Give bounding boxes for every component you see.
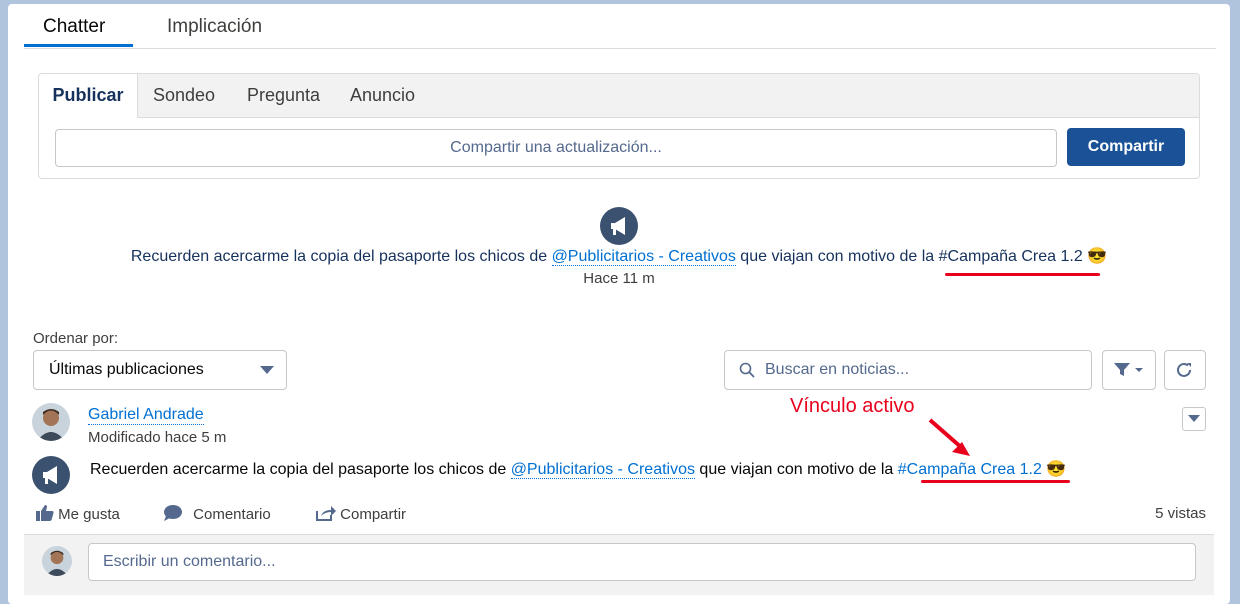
annotation-label: Vínculo activo <box>790 395 915 417</box>
like-action[interactable]: Me gusta <box>36 505 120 523</box>
sunglasses-emoji-icon: 😎 <box>1087 248 1108 265</box>
comment-icon <box>164 505 182 521</box>
post-text-part: Recuerden acercarme la copia del pasapor… <box>90 461 511 478</box>
mention-link[interactable]: @Publicitarios - Creativos <box>551 248 736 266</box>
chevron-down-icon <box>1188 415 1200 422</box>
view-count: 5 vistas <box>1155 505 1206 522</box>
modified-timestamp: Modificado hace 5 m <box>88 429 227 446</box>
mention-link[interactable]: @Publicitarios - Creativos <box>510 461 695 479</box>
share-label: Compartir <box>340 506 407 523</box>
sort-value: Últimas publicaciones <box>49 361 204 378</box>
filter-icon <box>1114 363 1143 376</box>
tab-pregunta[interactable]: Pregunta <box>247 74 320 117</box>
refresh-button[interactable] <box>1164 350 1206 390</box>
sort-label: Ordenar por: <box>33 330 119 347</box>
tab-chatter[interactable]: Chatter <box>43 16 105 38</box>
tab-implicacion[interactable]: Implicación <box>167 16 262 38</box>
publisher-tabbar: Publicar Sondeo Pregunta Anuncio <box>39 74 1199 118</box>
comment-action[interactable]: Comentario <box>163 505 271 523</box>
announcement-text-part: que viajan con motivo de la <box>735 248 939 265</box>
like-label: Me gusta <box>58 506 120 523</box>
publisher: Publicar Sondeo Pregunta Anuncio Compart… <box>38 73 1200 179</box>
chevron-down-icon <box>260 366 274 374</box>
comment-label: Comentario <box>193 506 271 523</box>
avatar[interactable] <box>32 403 70 441</box>
search-input[interactable]: Buscar en noticias... <box>724 350 1092 390</box>
author-link[interactable]: Gabriel Andrade <box>88 406 204 425</box>
thumbs-up-icon <box>36 505 54 521</box>
post-body: Recuerden acercarme la copia del pasapor… <box>90 459 1066 479</box>
megaphone-icon <box>600 207 638 245</box>
post-text-part: que viajan con motivo de la <box>694 461 898 478</box>
announcement-time: Hace 11 m <box>583 270 655 287</box>
share-button[interactable]: Compartir <box>1067 128 1185 166</box>
comment-input[interactable]: Escribir un comentario... <box>88 543 1196 581</box>
tab-publicar[interactable]: Publicar <box>39 74 138 118</box>
sort-select[interactable]: Últimas publicaciones <box>33 350 287 390</box>
post-menu-button[interactable] <box>1182 407 1206 431</box>
feed-card: Chatter Implicación Publicar Sondeo Preg… <box>8 4 1230 604</box>
red-underline-annotation <box>921 480 1070 483</box>
hashtag-link[interactable]: #Campaña Crea 1.2 <box>898 461 1042 478</box>
top-tabs: Chatter Implicación <box>24 4 1216 49</box>
share-icon <box>316 506 336 521</box>
red-arrow-icon <box>928 418 970 456</box>
comment-placeholder: Escribir un comentario... <box>103 553 276 570</box>
search-placeholder: Buscar en noticias... <box>765 361 910 378</box>
active-tab-indicator <box>24 44 133 47</box>
refresh-icon <box>1177 362 1191 377</box>
tab-sondeo[interactable]: Sondeo <box>153 74 215 117</box>
megaphone-icon <box>32 456 70 494</box>
share-update-input[interactable]: Compartir una actualización... <box>55 129 1057 167</box>
announcement-text: Recuerden acercarme la copia del pasapor… <box>8 246 1230 266</box>
announcement-text-part: Recuerden acercarme la copia del pasapor… <box>130 248 552 265</box>
filter-button[interactable] <box>1102 350 1156 390</box>
share-action[interactable]: Compartir <box>316 505 406 523</box>
hashtag-link[interactable]: #Campaña Crea 1.2 <box>939 248 1083 265</box>
avatar <box>42 546 72 576</box>
tab-anuncio[interactable]: Anuncio <box>350 74 415 117</box>
comment-bar: Escribir un comentario... <box>24 534 1214 595</box>
search-icon <box>739 362 755 378</box>
sunglasses-emoji-icon: 😎 <box>1046 461 1067 478</box>
